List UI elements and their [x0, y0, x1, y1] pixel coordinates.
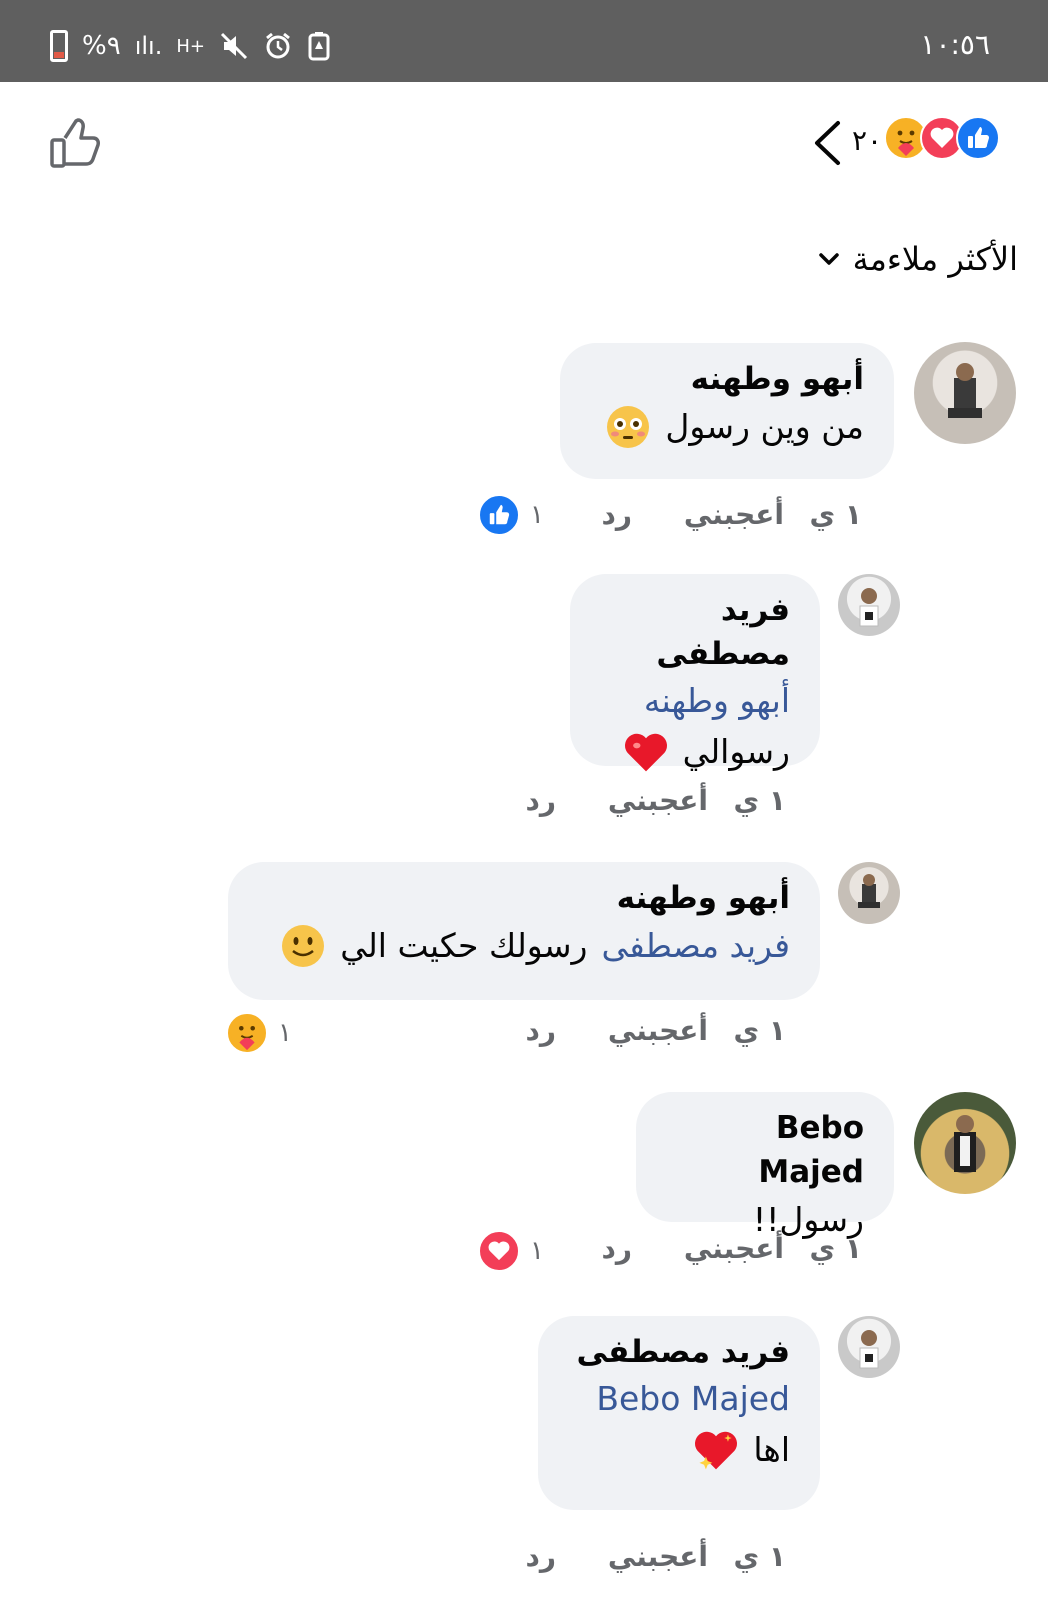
- care-reaction-icon: [226, 1012, 268, 1054]
- comment-text-row: من وين رسول: [590, 401, 864, 453]
- reply-link[interactable]: رد: [496, 784, 557, 817]
- comment-text-row: رسوالي: [600, 726, 790, 778]
- slightly-smiling-face-icon: [280, 923, 326, 969]
- like-link[interactable]: أعجبني: [556, 784, 708, 817]
- comment-author[interactable]: أبهو وطهنه: [258, 876, 790, 920]
- reactions-summary[interactable]: [884, 116, 1000, 160]
- comment-time: ١ ي: [809, 1232, 862, 1265]
- mention-link[interactable]: أبهو وطهنه: [600, 676, 790, 726]
- avatar[interactable]: [838, 574, 900, 636]
- sort-label: الأكثر ملاءمة: [852, 240, 1018, 278]
- like-link[interactable]: أعجبني: [556, 1014, 708, 1047]
- avatar[interactable]: [914, 342, 1016, 444]
- comment-text-row: فريد مصطفى رسولك حكيت الي: [258, 920, 790, 972]
- battery-icon: [50, 30, 68, 62]
- comment-time: ١ ي: [733, 784, 786, 817]
- reply-link[interactable]: رد: [496, 1540, 557, 1573]
- reaction-chip-count: ١: [278, 1018, 292, 1048]
- comment-bubble[interactable]: فريد مصطفى Bebo Majed اها: [538, 1316, 820, 1510]
- comment-actions: ١ ي أعجبني رد: [496, 784, 787, 817]
- thumbs-up-outline-icon: [50, 118, 100, 168]
- alarm-icon: [263, 31, 293, 61]
- data-network-icon: H+: [176, 35, 205, 57]
- comment-author[interactable]: أبهو وطهنه: [590, 357, 864, 401]
- reply-link[interactable]: رد: [572, 498, 633, 531]
- comment-reactions[interactable]: ١: [226, 1012, 292, 1054]
- comment-time: ١ ي: [733, 1540, 786, 1573]
- love-reaction-icon: [478, 1230, 520, 1272]
- mention-link[interactable]: فريد مصطفى: [601, 920, 790, 972]
- like-reaction-icon: [956, 116, 1000, 160]
- comment-actions: ١ ي أعجبني رد: [496, 1014, 787, 1047]
- comment-bubble[interactable]: أبهو وطهنه فريد مصطفى رسولك حكيت الي: [228, 862, 820, 1000]
- reply-link[interactable]: رد: [496, 1014, 557, 1047]
- reaction-chip-count: ١: [530, 1236, 544, 1266]
- comment-actions: ١ ي أعجبني رد: [572, 498, 863, 531]
- reaction-chip-count: ١: [530, 500, 544, 530]
- comment-text: رسولك حكيت الي: [340, 926, 588, 965]
- status-bar: %٩ ılı. H+ ١٠:٥٦: [0, 0, 1048, 82]
- like-link[interactable]: أعجبني: [632, 1232, 784, 1265]
- avatar[interactable]: [914, 1092, 1016, 1194]
- battery-percent: %٩: [82, 31, 121, 61]
- battery-saver-icon: [307, 31, 331, 61]
- comment-actions: ١ ي أعجبني رد: [572, 1232, 863, 1265]
- flushed-face-icon: [605, 404, 651, 450]
- sparkling-heart-icon: [693, 1427, 739, 1473]
- comment-author[interactable]: فريد مصطفى: [600, 588, 790, 676]
- comment-actions: ١ ي أعجبني رد: [496, 1540, 787, 1573]
- reaction-count[interactable]: ٢٠: [852, 124, 882, 157]
- avatar[interactable]: [838, 862, 900, 924]
- status-icons: %٩ ılı. H+: [50, 30, 331, 62]
- red-heart-icon: [623, 729, 669, 775]
- avatar[interactable]: [838, 1316, 900, 1378]
- like-link[interactable]: أعجبني: [556, 1540, 708, 1573]
- comment-reactions[interactable]: ١: [478, 1230, 544, 1272]
- comment-time: ١ ي: [809, 498, 862, 531]
- sort-dropdown[interactable]: الأكثر ملاءمة: [817, 240, 1018, 278]
- comment-bubble[interactable]: Bebo Majed رسول!!: [636, 1092, 894, 1239]
- comment-text: رسوالي: [682, 732, 790, 771]
- chevron-down-icon: [818, 253, 839, 265]
- comment-text-row: اها: [568, 1424, 790, 1476]
- signal-icon: ılı.: [134, 32, 163, 60]
- comment-bubble[interactable]: أبهو وطهنه من وين رسول: [560, 343, 894, 479]
- mute-icon: [219, 31, 249, 61]
- clock: ١٠:٥٦: [920, 28, 990, 61]
- like-reaction-icon: [478, 494, 520, 536]
- comment-reactions[interactable]: ١: [478, 494, 544, 536]
- comment-text: اها: [753, 1430, 790, 1469]
- like-button[interactable]: [48, 116, 104, 172]
- comment-bubble[interactable]: فريد مصطفى أبهو وطهنه رسوالي: [570, 574, 820, 772]
- comment-time: ١ ي: [733, 1014, 786, 1047]
- comment-author[interactable]: فريد مصطفى: [568, 1330, 790, 1374]
- back-chevron-icon[interactable]: [812, 120, 842, 166]
- reply-link[interactable]: رد: [572, 1232, 633, 1265]
- like-link[interactable]: أعجبني: [632, 498, 784, 531]
- comment-author[interactable]: Bebo Majed: [666, 1106, 864, 1194]
- comment-text: من وين رسول: [665, 407, 864, 446]
- mention-link[interactable]: Bebo Majed: [568, 1374, 790, 1424]
